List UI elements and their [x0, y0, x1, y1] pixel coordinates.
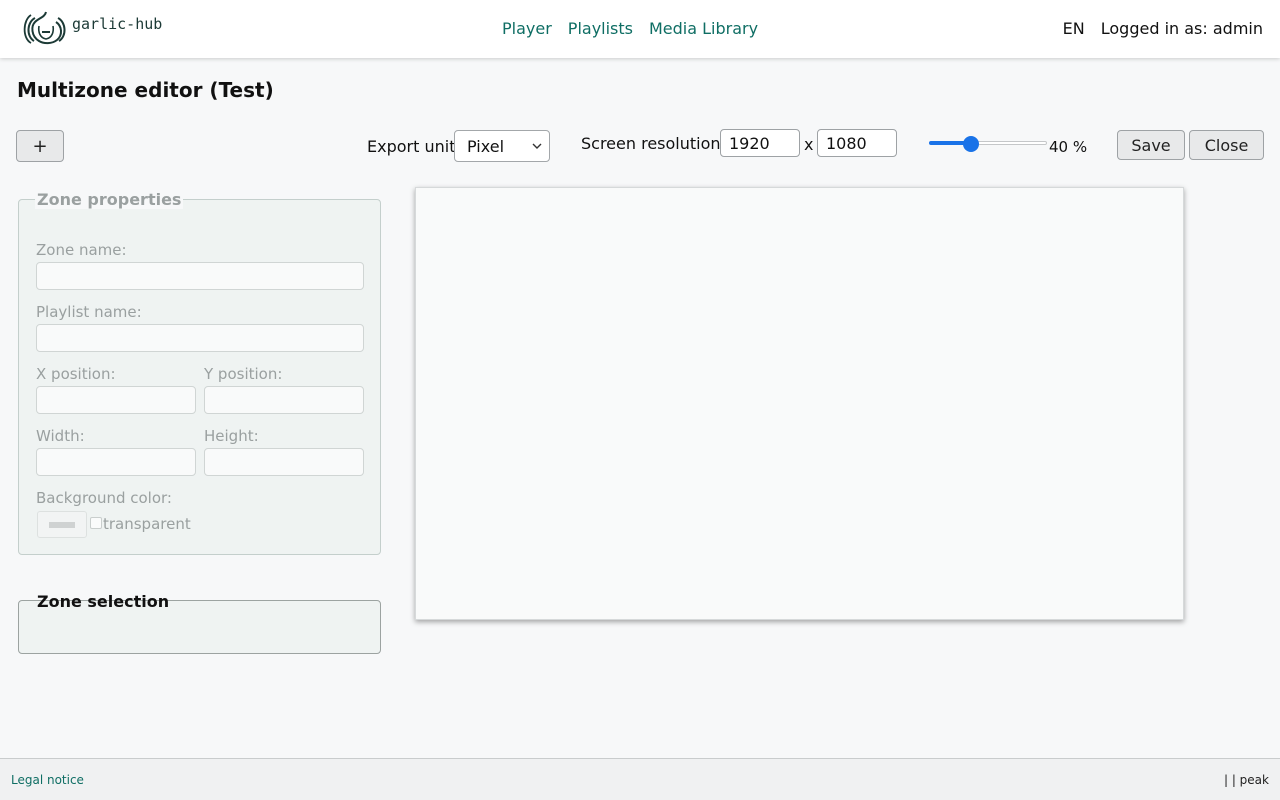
nav-player[interactable]: Player [502, 19, 552, 38]
zone-properties-panel: Zone properties Zone name: Playlist name… [18, 190, 381, 555]
zone-selection-legend: Zone selection [37, 592, 170, 611]
nav-playlists[interactable]: Playlists [568, 19, 633, 38]
width-label: Width: [36, 427, 85, 445]
app-header: garlic-hub Player Playlists Media Librar… [0, 0, 1280, 58]
x-position-label: X position: [36, 365, 116, 383]
app-footer: Legal notice | | peak [0, 758, 1280, 800]
brand-logo[interactable]: garlic-hub [22, 8, 162, 46]
resolution-width-input[interactable]: 1920 [720, 129, 800, 157]
legal-notice-link[interactable]: Legal notice [11, 773, 84, 787]
zoom-slider[interactable] [929, 136, 1047, 152]
zoom-slider-track [971, 141, 1047, 145]
background-color-label: Background color: [36, 489, 172, 507]
export-unit-value: Pixel [467, 136, 505, 156]
playlist-name-label: Playlist name: [36, 303, 142, 321]
transparent-checkbox[interactable] [90, 517, 102, 529]
brand-name: garlic-hub [72, 15, 163, 33]
main-nav: Player Playlists Media Library [502, 19, 758, 38]
x-position-input[interactable] [36, 386, 196, 414]
zoom-value: 40 % [1049, 138, 1088, 156]
nav-media-library[interactable]: Media Library [649, 19, 758, 38]
resolution-separator: x [804, 135, 814, 154]
language-switch[interactable]: EN [1063, 19, 1085, 38]
zone-name-input[interactable] [36, 262, 364, 290]
header-right: EN Logged in as: admin [1063, 19, 1263, 38]
zone-name-label: Zone name: [36, 241, 127, 259]
chevron-down-icon [532, 143, 542, 149]
add-zone-button[interactable]: + [16, 130, 64, 162]
save-button[interactable]: Save [1117, 130, 1185, 160]
footer-right-text: | | peak [1223, 773, 1269, 787]
height-input[interactable] [204, 448, 364, 476]
garlic-logo-icon [23, 11, 66, 45]
color-swatch-fill [49, 522, 75, 528]
y-position-label: Y position: [204, 365, 283, 383]
y-position-input[interactable] [204, 386, 364, 414]
width-input[interactable] [36, 448, 196, 476]
background-color-picker[interactable] [37, 511, 87, 538]
zoom-slider-thumb[interactable] [963, 136, 979, 152]
user-status[interactable]: Logged in as: admin [1101, 19, 1263, 38]
height-label: Height: [204, 427, 259, 445]
zone-properties-legend: Zone properties [35, 190, 184, 209]
resolution-height-input[interactable]: 1080 [817, 129, 897, 157]
page-title: Multizone editor (Test) [17, 78, 274, 102]
zone-selection-panel: Zone selection [18, 592, 381, 654]
export-unit-select[interactable]: Pixel [454, 130, 550, 162]
playlist-name-input[interactable] [36, 324, 364, 352]
screen-resolution-label: Screen resolution: [581, 134, 726, 153]
close-button[interactable]: Close [1189, 130, 1264, 160]
export-unit-label: Export unit [367, 137, 456, 156]
zone-editor-canvas[interactable] [415, 187, 1184, 620]
transparent-label: transparent [103, 515, 191, 533]
